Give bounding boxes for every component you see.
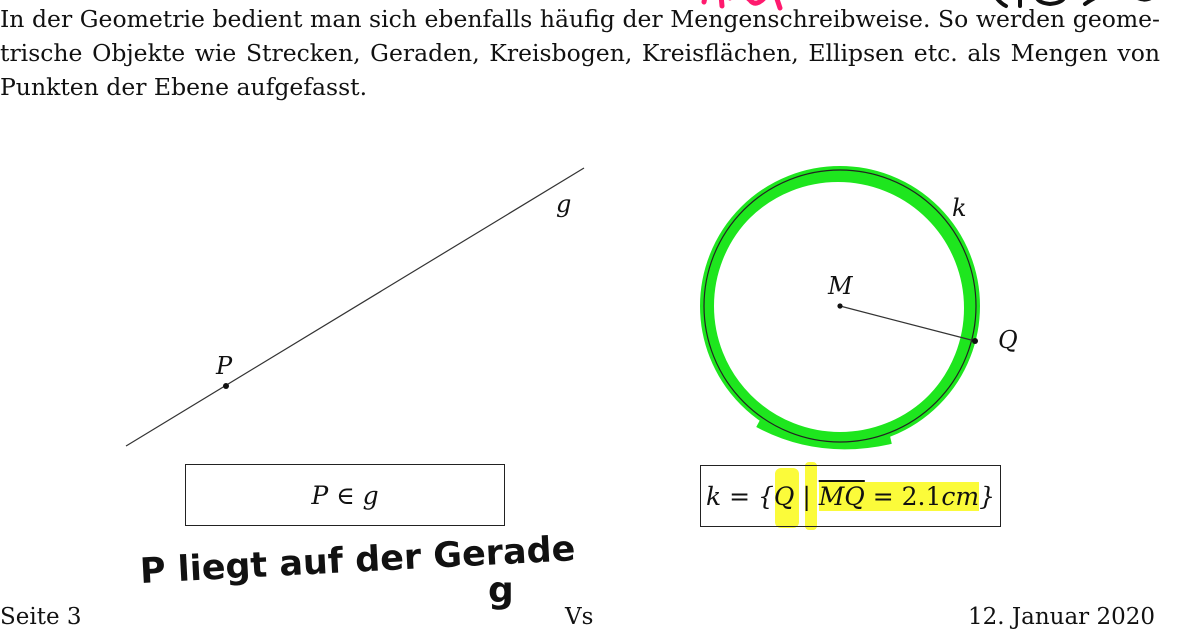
intro-paragraph: In der Geometrie bedient man sich ebenfa… [0, 2, 1160, 104]
radius-mq [839, 305, 976, 342]
footer-center: Vs [565, 604, 594, 630]
formula-rhs: = 2.1 [864, 481, 942, 511]
line-g [125, 167, 585, 447]
green-highlight-circle [700, 166, 980, 450]
label-q: Q [998, 326, 1018, 354]
point-q [972, 338, 978, 344]
formula-box-circle: k = {Q | MQ = 2.1cm} [700, 465, 1001, 527]
label-k: k [952, 194, 967, 222]
point-p [223, 383, 229, 389]
circle-k [703, 169, 977, 443]
label-g: g [556, 190, 572, 218]
formula-var: Q [773, 481, 795, 511]
paragraph-line-2: trische Objekte wie Strecken, Geraden, K… [0, 39, 1160, 67]
paragraph-line-1: In der Geometrie bedient man sich ebenfa… [0, 5, 1160, 33]
formula-p-in-g: P ∈ g [311, 480, 379, 510]
label-p: P [216, 352, 233, 380]
formula-lhs: k = { [705, 481, 774, 511]
handwritten-g: g [488, 570, 514, 611]
formula-condition: MQ = 2.1cm [818, 481, 980, 511]
point-m [837, 303, 843, 309]
label-m: M [828, 272, 853, 300]
formula-box-line: P ∈ g [185, 464, 505, 526]
formula-sep: | [794, 481, 819, 511]
formula-segment: MQ [818, 481, 865, 511]
footer-right: 12. Januar 2020 [968, 604, 1155, 630]
formula-close: } [979, 481, 996, 511]
formula-unit: cm [941, 481, 980, 511]
footer-left: Seite 3 [0, 604, 82, 630]
paragraph-line-3: Punkten der Ebene aufgefasst. [0, 73, 368, 101]
